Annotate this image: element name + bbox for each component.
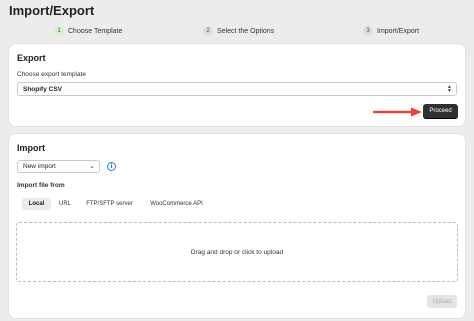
export-template-label: Choose export template bbox=[17, 71, 87, 78]
chevron-down-icon: ⌄ bbox=[89, 162, 95, 170]
arrow-right-icon bbox=[373, 107, 422, 117]
upload-button[interactable]: Upload bbox=[427, 295, 457, 308]
step-label: Import/Export bbox=[377, 27, 420, 35]
import-title: Import bbox=[17, 143, 45, 153]
export-title: Export bbox=[17, 53, 46, 63]
tab-ftp-sftp[interactable]: FTP/SFTP server bbox=[80, 198, 139, 210]
export-template-select[interactable]: Shopify CSV ▲ ▼ bbox=[17, 82, 457, 96]
tab-local[interactable]: Local bbox=[22, 198, 51, 210]
import-mode-value: New import bbox=[23, 163, 56, 170]
page-title: Import/Export bbox=[9, 3, 95, 18]
import-source-tabs: Local URL FTP/SFTP server WooCommerce AP… bbox=[17, 198, 217, 210]
export-template-value: Shopify CSV bbox=[23, 85, 63, 93]
import-card: Import New import ⌄ i Import file from L… bbox=[9, 134, 465, 318]
import-file-from-label: Import file from bbox=[17, 182, 65, 189]
stepper: 1 Choose Template 2 Select the Options 3… bbox=[0, 26, 474, 40]
file-dropzone[interactable]: Drag and drop or click to upload bbox=[16, 222, 458, 282]
chevron-updown-icon: ▲ ▼ bbox=[447, 84, 452, 94]
tab-woocommerce-api[interactable]: WooCommerce API bbox=[145, 198, 208, 210]
step-label: Select the Options bbox=[217, 27, 275, 35]
step-label: Choose Template bbox=[68, 27, 123, 35]
step-choose-template[interactable]: 1 Choose Template bbox=[54, 26, 122, 36]
step-select-options[interactable]: 2 Select the Options bbox=[203, 26, 274, 36]
step-number: 3 bbox=[363, 26, 373, 36]
step-number: 1 bbox=[54, 26, 64, 36]
import-mode-select[interactable]: New import ⌄ bbox=[17, 160, 100, 173]
step-import-export[interactable]: 3 Import/Export bbox=[363, 26, 419, 36]
export-card: Export Choose export template Shopify CS… bbox=[9, 44, 465, 126]
step-number: 2 bbox=[203, 26, 213, 36]
tab-url[interactable]: URL bbox=[54, 198, 76, 210]
info-icon[interactable]: i bbox=[107, 162, 116, 171]
dropzone-text: Drag and drop or click to upload bbox=[190, 248, 284, 256]
proceed-button[interactable]: Proceed bbox=[423, 104, 458, 118]
